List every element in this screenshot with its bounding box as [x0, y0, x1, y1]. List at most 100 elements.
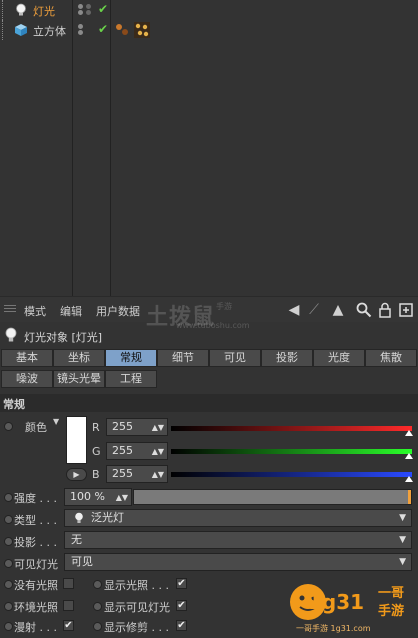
back-arrow-icon[interactable]: ◀ [286, 302, 302, 318]
watermark-suffix: 手游 [216, 302, 232, 311]
tab-details[interactable]: 细节 [157, 349, 209, 367]
tab-lens-flare[interactable]: 镜头光晕 [53, 370, 105, 388]
cube-icon [15, 24, 27, 36]
diffuse-checkbox[interactable]: ✔ [63, 620, 74, 631]
r-slider[interactable] [171, 426, 412, 431]
visible-light-dropdown[interactable]: 可见 ▼ [64, 553, 412, 571]
object-name[interactable]: 立方体 [33, 23, 66, 39]
animate-radio[interactable] [4, 422, 13, 431]
animate-radio[interactable] [93, 580, 102, 589]
show-illumination-label: 显示光照 . . . [104, 579, 169, 592]
new-panel-icon[interactable] [398, 302, 414, 318]
show-clipping-checkbox[interactable]: ✔ [176, 620, 187, 631]
intensity-slider[interactable] [133, 489, 412, 505]
animate-radio[interactable] [4, 493, 13, 502]
logo-text-2: 手游 [378, 604, 405, 619]
visible-light-value: 可见 [71, 555, 93, 568]
animate-radio[interactable] [93, 622, 102, 631]
ambient-illumination-checkbox[interactable] [63, 600, 74, 611]
shadow-label: 投影 . . . [14, 536, 57, 549]
diffuse-label: 漫射 . . . [14, 621, 57, 634]
enabled-check-icon[interactable]: ✔ [98, 22, 108, 36]
menu-user-data[interactable]: 用户数据 [96, 303, 140, 319]
enabled-check-icon[interactable]: ✔ [98, 2, 108, 16]
forward-arrow-icon[interactable]: ⟋ [306, 302, 322, 318]
tab-caustics[interactable]: 焦散 [365, 349, 417, 367]
tab-general[interactable]: 常规 [105, 349, 157, 367]
chevron-down-icon: ▼ [399, 513, 406, 523]
menu-mode[interactable]: 模式 [24, 303, 46, 319]
tab-visibility[interactable]: 可见 [209, 349, 261, 367]
tab-noise[interactable]: 噪波 [1, 370, 53, 388]
show-visible-light-checkbox[interactable]: ✔ [176, 600, 187, 611]
show-visible-light-label: 显示可见灯光 [104, 601, 170, 614]
intensity-field[interactable]: 100 % ▲▼ [64, 488, 132, 506]
no-illumination-label: 没有光照 [14, 579, 58, 592]
column-divider [110, 0, 111, 296]
type-dropdown[interactable]: 泛光灯 ▼ [64, 509, 412, 527]
section-title: 常规 [3, 398, 25, 411]
g-value: 255 [112, 444, 133, 457]
b-slider-knob[interactable] [405, 476, 413, 482]
intensity-value: 100 % [70, 490, 105, 503]
light-bulb-icon [75, 512, 83, 523]
r-slider-knob[interactable] [405, 430, 413, 436]
animate-radio[interactable] [4, 602, 13, 611]
intensity-slider-handle[interactable] [408, 490, 411, 504]
grip-icon[interactable] [4, 305, 16, 315]
no-illumination-checkbox[interactable] [63, 578, 74, 589]
animate-radio[interactable] [4, 515, 13, 524]
b-slider[interactable] [171, 472, 412, 477]
shadow-value: 无 [71, 533, 82, 546]
tab-photometric[interactable]: 光度 [313, 349, 365, 367]
cursor-arrow-icon[interactable]: ▲ [330, 302, 346, 318]
animate-radio[interactable] [4, 580, 13, 589]
animate-radio[interactable] [4, 622, 13, 631]
chevron-down-icon: ▼ [399, 557, 406, 567]
texture-tag-icon[interactable] [134, 22, 150, 38]
chevron-down-icon: ▼ [399, 535, 406, 545]
chevron-down-icon[interactable]: ▼ [53, 417, 59, 426]
shadow-dropdown[interactable]: 无 ▼ [64, 531, 412, 549]
material-tag-icon[interactable] [114, 22, 130, 38]
r-field[interactable]: 255 ▲▼ [106, 418, 168, 436]
type-label: 类型 . . . [14, 514, 57, 527]
search-icon[interactable] [356, 302, 372, 318]
g-slider[interactable] [171, 449, 412, 454]
site-logo: 1g31 一哥 手游 一哥手游 1g31.com [286, 580, 418, 638]
color-label: 颜色 [25, 421, 47, 434]
g-slider-knob[interactable] [405, 453, 413, 459]
animate-radio[interactable] [93, 602, 102, 611]
light-bulb-icon [5, 327, 17, 342]
type-value: 泛光灯 [91, 511, 124, 524]
menu-edit[interactable]: 编辑 [60, 303, 82, 319]
object-manager: 灯光 ✔ 立方体 ✔ [0, 0, 418, 296]
lock-icon[interactable] [377, 302, 393, 318]
show-clipping-label: 显示修剪 . . . [104, 621, 169, 634]
tab-shadow[interactable]: 投影 [261, 349, 313, 367]
g-field[interactable]: 255 ▲▼ [106, 442, 168, 460]
object-name[interactable]: 灯光 [33, 3, 55, 19]
visibility-dots[interactable] [78, 24, 94, 36]
b-value: 255 [112, 467, 133, 480]
intensity-label: 强度 . . . [14, 492, 57, 505]
object-row-light[interactable]: 灯光 ✔ [0, 0, 418, 20]
show-illumination-checkbox[interactable]: ✔ [176, 578, 187, 589]
logo-text: 一哥 [378, 586, 405, 601]
animate-radio[interactable] [4, 537, 13, 546]
b-label: B [92, 468, 100, 481]
logo-url: 一哥手游 1g31.com [296, 624, 371, 633]
tree-line [2, 20, 10, 40]
object-title: 灯光对象 [灯光] [24, 331, 103, 344]
visibility-dots[interactable] [78, 4, 94, 16]
r-value: 255 [112, 420, 133, 433]
b-field[interactable]: 255 ▲▼ [106, 465, 168, 483]
object-row-cube[interactable]: 立方体 ✔ [0, 20, 418, 40]
tab-basic[interactable]: 基本 [1, 349, 53, 367]
tab-project[interactable]: 工程 [105, 370, 157, 388]
expand-button[interactable]: ▶ [66, 468, 87, 481]
color-swatch[interactable] [66, 416, 87, 464]
animate-radio[interactable] [4, 559, 13, 568]
ambient-illumination-label: 环境光照 [14, 601, 58, 614]
tab-coord[interactable]: 坐标 [53, 349, 105, 367]
